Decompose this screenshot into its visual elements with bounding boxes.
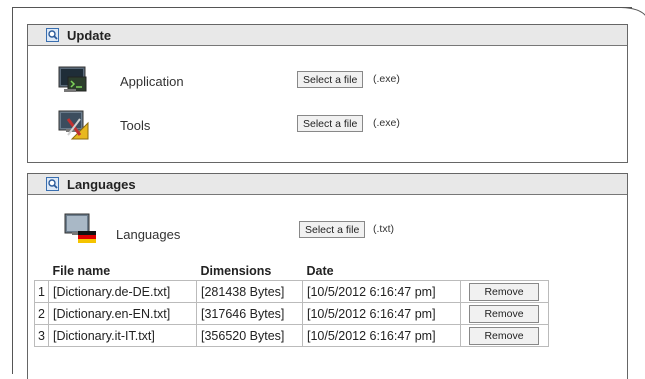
row-index: 3: [34, 324, 49, 347]
date-cell: [10/5/2012 6:16:47 pm]: [302, 302, 461, 325]
remove-button[interactable]: Remove: [469, 304, 539, 323]
languages-label: Languages: [116, 227, 181, 242]
languages-panel-header: Languages: [28, 174, 627, 195]
file-name-cell: [Dictionary.it-IT.txt]: [48, 324, 197, 347]
tools-icon: [58, 109, 90, 141]
outer-frame-left: [12, 7, 13, 374]
table-header-row: File name Dimensions Date: [35, 262, 549, 281]
table-header-file-name: File name: [52, 264, 111, 278]
dimensions-cell: [317646 Bytes]: [196, 302, 303, 325]
action-cell: Remove: [460, 302, 549, 325]
magnifier-icon: [46, 177, 59, 191]
row-index: 2: [34, 302, 49, 325]
update-panel-header: Update: [28, 25, 627, 46]
table-header-date: Date: [306, 264, 334, 278]
tools-extension: (.exe): [373, 117, 400, 129]
language-files-table: File name Dimensions Date 1 [Dictionary.…: [34, 262, 549, 347]
file-name-cell: [Dictionary.en-EN.txt]: [48, 302, 197, 325]
languages-panel-title: Languages: [67, 176, 136, 192]
update-panel-title: Update: [67, 27, 112, 43]
table-header-dimensions: Dimensions: [200, 264, 272, 278]
file-name-cell: [Dictionary.de-DE.txt]: [48, 280, 197, 303]
table-row: 3 [Dictionary.it-IT.txt] [356520 Bytes] …: [34, 324, 549, 347]
language-flag-icon: [64, 212, 98, 246]
tools-select-file-button[interactable]: Select a file: [297, 115, 364, 132]
terminal-app-icon: [58, 65, 90, 97]
languages-extension: (.txt): [373, 223, 394, 235]
application-select-file-button[interactable]: Select a file: [297, 71, 364, 88]
tools-label: Tools: [120, 118, 151, 133]
action-cell: Remove: [460, 324, 549, 347]
outer-frame-top: [12, 7, 632, 8]
outer-frame-corner: [620, 7, 645, 20]
magnifier-icon: [46, 28, 59, 42]
update-panel: Update: [27, 24, 628, 163]
application-extension: (.exe): [373, 73, 400, 85]
table-header-index: [35, 262, 49, 281]
action-cell: Remove: [460, 280, 549, 303]
dimensions-cell: [356520 Bytes]: [196, 324, 303, 347]
table-header-action: [461, 262, 549, 281]
row-index: 1: [34, 280, 49, 303]
remove-button[interactable]: Remove: [469, 326, 539, 345]
dimensions-cell: [281438 Bytes]: [196, 280, 303, 303]
date-cell: [10/5/2012 6:16:47 pm]: [302, 324, 461, 347]
table-row: 1 [Dictionary.de-DE.txt] [281438 Bytes] …: [34, 280, 549, 303]
languages-select-file-button[interactable]: Select a file: [299, 221, 366, 238]
remove-button[interactable]: Remove: [469, 282, 539, 301]
table-row: 2 [Dictionary.en-EN.txt] [317646 Bytes] …: [34, 302, 549, 325]
date-cell: [10/5/2012 6:16:47 pm]: [302, 280, 461, 303]
application-label: Application: [120, 74, 184, 89]
